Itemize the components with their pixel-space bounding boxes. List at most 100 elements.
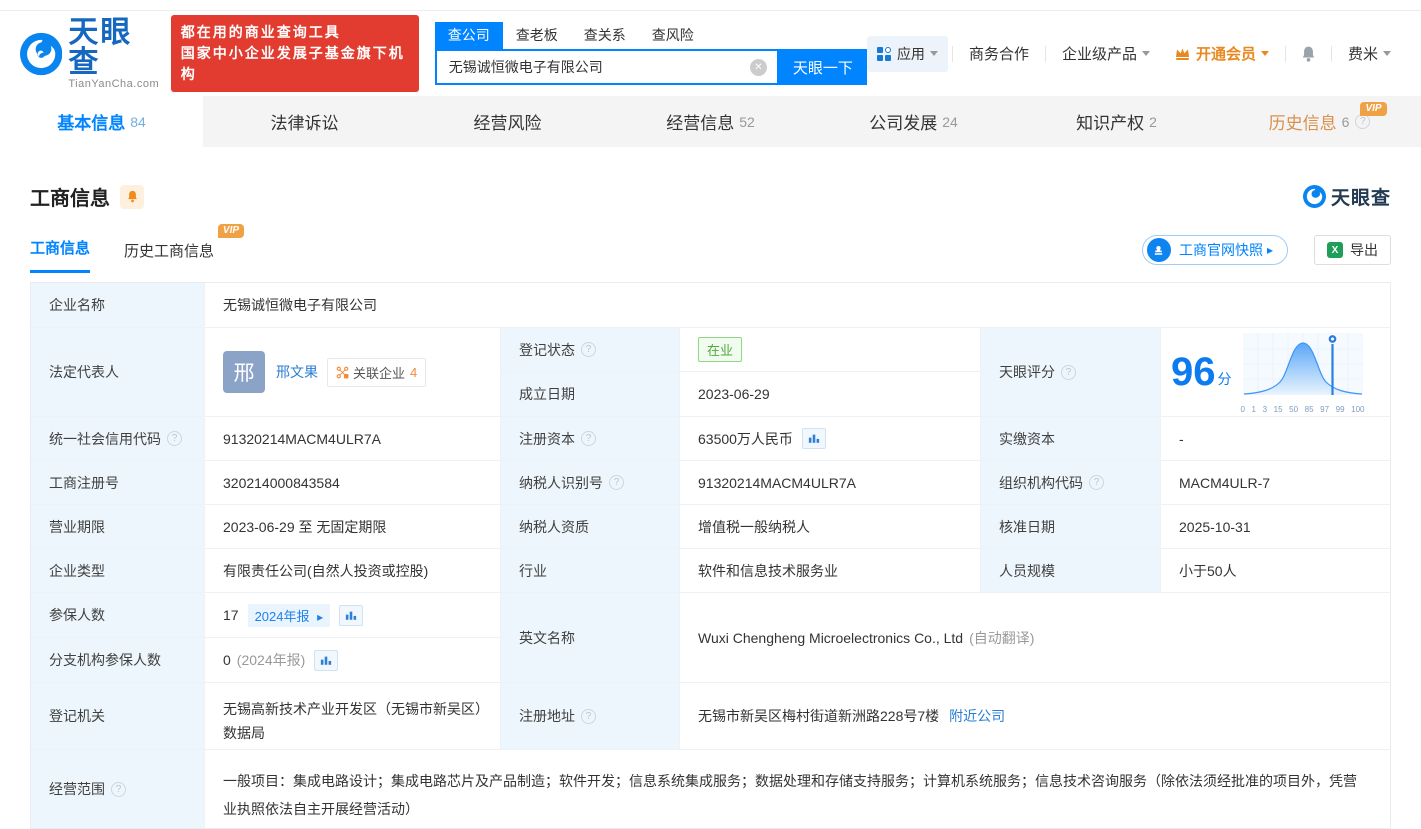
branch-insured-chart-icon[interactable] [314, 650, 338, 671]
field-label-reg-address: 注册地址 ? [501, 683, 680, 750]
tab-label: 公司发展 [869, 109, 937, 134]
enterprise-label: 企业级产品 [1062, 43, 1137, 64]
tab-count: 24 [942, 114, 958, 130]
field-value-reg-number: 320214000843584 [205, 461, 501, 505]
divider [952, 46, 953, 62]
related-label: 关联企业 [353, 363, 405, 382]
search-tabs: 查公司 查老板 查关系 查风险 [435, 22, 867, 49]
subtab-business-registration[interactable]: 工商信息 [30, 237, 90, 273]
arrow-right-icon: ▸ [1267, 243, 1273, 257]
search-tab-risk[interactable]: 查风险 [639, 22, 707, 49]
help-icon[interactable]: ? [1355, 114, 1370, 129]
help-icon[interactable]: ? [1061, 365, 1076, 380]
tab-label: 基本信息 [57, 109, 125, 134]
field-value-establish-date: 2023-06-29 [680, 372, 981, 417]
top-strip [0, 0, 1421, 11]
field-value-branch-insured: 0 (2024年报) [205, 638, 501, 683]
tab-intellectual-property[interactable]: 知识产权 2 [1015, 96, 1218, 147]
tab-label: 经营风险 [474, 109, 542, 134]
help-icon[interactable]: ? [609, 475, 624, 490]
crown-icon [1174, 46, 1191, 61]
help-icon[interactable]: ? [581, 709, 596, 724]
help-icon[interactable]: ? [111, 782, 126, 797]
clear-search-icon[interactable]: ✕ [750, 59, 767, 76]
field-value-business-scope: 一般项目：集成电路设计；集成电路芯片及产品制造；软件开发；信息系统集成服务；数据… [205, 750, 1390, 828]
official-snapshot-button[interactable]: 工商官网快照 ▸ [1142, 235, 1288, 265]
help-icon[interactable]: ? [581, 431, 596, 446]
field-label-reg-number: 工商注册号 [31, 461, 205, 505]
tab-history-info[interactable]: VIP 历史信息 6 ? [1218, 96, 1421, 147]
capital-chart-icon[interactable] [802, 428, 826, 449]
search-tab-boss[interactable]: 查老板 [503, 22, 571, 49]
field-value-english-name: Wuxi Chengheng Microelectronics Co., Ltd… [680, 593, 1390, 683]
menu-enterprise[interactable]: 企业级产品 [1062, 43, 1150, 64]
field-value-paid-capital: - [1161, 417, 1390, 461]
field-value-staff-size: 小于50人 [1161, 549, 1390, 593]
slogan-line2: 国家中小企业发展子基金旗下机构 [181, 43, 409, 85]
excel-icon: X [1327, 242, 1343, 258]
annual-report-note: (2024年报) [237, 650, 305, 670]
score-distribution-chart: 01 315 5085 9799 100 [1240, 331, 1366, 414]
search-tab-relation[interactable]: 查关系 [571, 22, 639, 49]
tab-business-info[interactable]: 经营信息 52 [609, 96, 812, 147]
search-tab-company[interactable]: 查公司 [435, 22, 503, 49]
field-label-legal-rep: 法定代表人 [31, 328, 205, 417]
tab-operating-risk[interactable]: 经营风险 [406, 96, 609, 147]
help-icon[interactable]: ? [1089, 475, 1104, 490]
chevron-down-icon [1261, 51, 1269, 56]
field-label-tyc-score: 天眼评分 ? [981, 328, 1161, 417]
field-label-company-name: 企业名称 [31, 283, 205, 328]
tab-legal-proceedings[interactable]: 法律诉讼 [203, 96, 406, 147]
vip-badge: VIP [218, 224, 244, 238]
help-icon[interactable]: ? [581, 342, 596, 357]
export-button[interactable]: X 导出 [1314, 235, 1391, 265]
field-value-tyc-score[interactable]: 96 分 [1161, 328, 1390, 417]
score-chart-ticks: 01 315 5085 9799 100 [1240, 405, 1366, 414]
field-label-taxpayer-quality: 纳税人资质 [501, 505, 680, 549]
field-label-approval-date: 核准日期 [981, 505, 1161, 549]
help-icon[interactable]: ? [167, 431, 182, 446]
legal-rep-name-link[interactable]: 邢文果 [276, 362, 318, 382]
tab-company-development[interactable]: 公司发展 24 [812, 96, 1015, 147]
user-menu[interactable]: 费米 [1348, 43, 1391, 64]
nearby-companies-link[interactable]: 附近公司 [949, 706, 1005, 726]
field-value-org-code: MACM4ULR-7 [1161, 461, 1390, 505]
notification-bell-icon[interactable] [1300, 45, 1317, 63]
stamp-icon [1147, 238, 1171, 262]
search-input[interactable] [437, 59, 750, 75]
tianyancha-watermark-icon [1303, 185, 1326, 208]
insured-chart-icon[interactable] [339, 605, 363, 626]
field-label-business-term: 营业期限 [31, 505, 205, 549]
divider [1331, 46, 1332, 62]
snapshot-label: 工商官网快照 [1179, 240, 1263, 260]
vip-label: 开通会员 [1196, 43, 1256, 64]
apps-menu[interactable]: 应用 [867, 36, 948, 72]
annual-report-tag[interactable]: 2024年报 ▸ [248, 604, 331, 627]
chevron-down-icon [1383, 51, 1391, 56]
apps-label: 应用 [897, 44, 925, 64]
menu-cooperation[interactable]: 商务合作 [969, 43, 1029, 64]
tianyancha-logo[interactable]: 天眼查 TianYanCha.com [20, 18, 161, 90]
tianyancha-logo-icon [20, 32, 62, 76]
tab-count: 2 [1149, 114, 1157, 130]
subtab-history-registration[interactable]: VIP 历史工商信息 [124, 240, 214, 273]
menu-vip[interactable]: 开通会员 [1174, 43, 1269, 64]
export-label: 导出 [1350, 240, 1378, 260]
field-value-business-term: 2023-06-29 至 无固定期限 [205, 505, 501, 549]
field-value-company-name: 无锡诚恒微电子有限公司 [205, 283, 1390, 328]
field-label-business-scope: 经营范围 ? [31, 750, 205, 828]
search-button[interactable]: 天眼一下 [779, 49, 867, 85]
subscribe-bell-icon[interactable] [120, 185, 144, 209]
field-value-reg-address: 无锡市新吴区梅村街道新洲路228号7楼 附近公司 [680, 683, 1390, 750]
chevron-down-icon [930, 51, 938, 56]
tab-basic-info[interactable]: 基本信息 84 [0, 96, 203, 147]
tab-label: 法律诉讼 [271, 109, 339, 134]
header-menu: 应用 商务合作 企业级产品 开通会员 费米 [867, 36, 1403, 72]
auto-translate-note: (自动翻译) [969, 628, 1034, 648]
arrow-right-icon: ▸ [317, 610, 323, 624]
tab-label: 知识产权 [1076, 109, 1144, 134]
related-companies-badge[interactable]: 关联企业 4 [327, 358, 426, 387]
legal-rep-avatar[interactable]: 邢 [223, 351, 265, 393]
field-value-reg-capital: 63500万人民币 [680, 417, 981, 461]
field-label-reg-capital: 注册资本 ? [501, 417, 680, 461]
